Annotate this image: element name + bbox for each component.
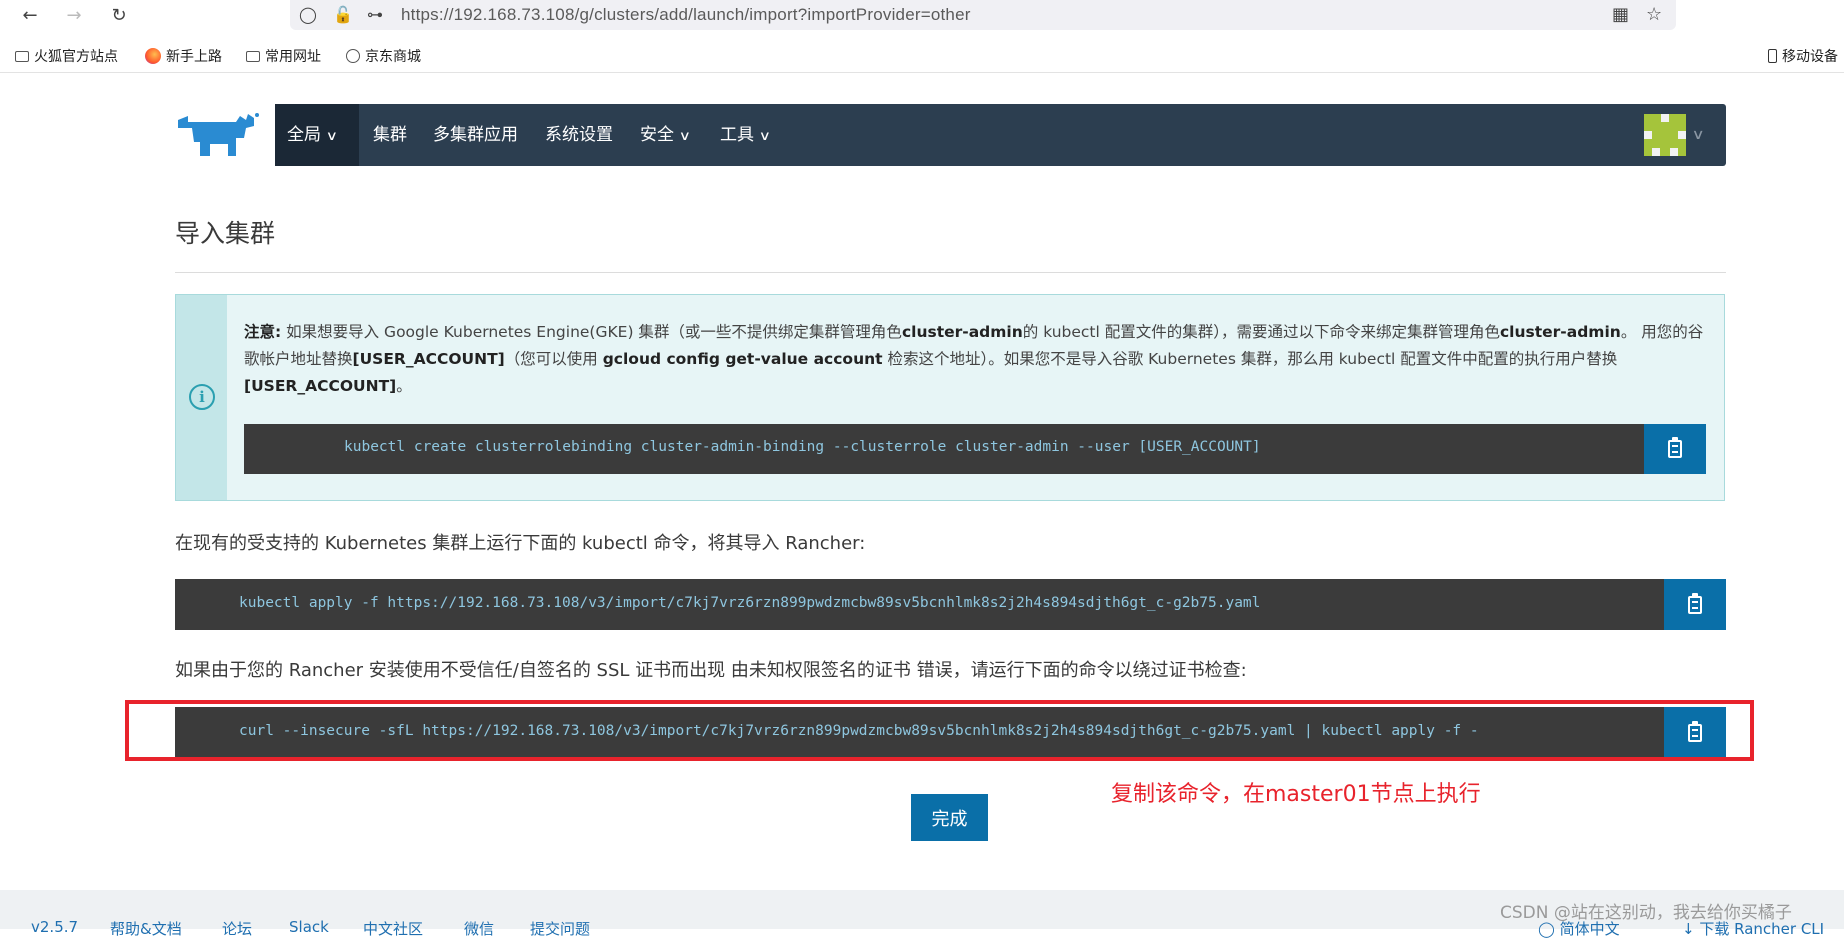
chevron-down-icon: ∨ [678, 129, 691, 144]
command-text[interactable]: kubectl apply -f https://192.168.73.108/… [239, 595, 1260, 611]
copy-button[interactable] [1664, 579, 1726, 630]
rancher-logo[interactable] [174, 112, 260, 158]
command-block-apply[interactable]: kubectl apply -f https://192.168.73.108/… [175, 579, 1726, 630]
bookmark-label: 常用网址 [265, 48, 321, 64]
note-text-part: （您可以使用 [504, 350, 603, 368]
globe-icon [346, 49, 360, 63]
nav-label: 安全 [640, 125, 674, 145]
bookmark-label: 京东商城 [365, 48, 421, 64]
nav-item-clusters[interactable]: 集群 [373, 104, 407, 166]
info-note: i 注意: 如果想要导入 Google Kubernetes Engine(GK… [175, 294, 1725, 501]
user-avatar[interactable] [1644, 114, 1686, 156]
bookmark-item[interactable]: 新手上路 [145, 46, 222, 66]
firefox-icon [145, 48, 161, 64]
watermark: CSDN @站在这别动，我去给你买橘子 [1500, 903, 1792, 923]
note-bold: [USER_ACCOUNT] [352, 350, 505, 368]
nav-item-multi-cluster-apps[interactable]: 多集群应用 [433, 104, 518, 166]
note-bold: [USER_ACCOUNT] [244, 377, 397, 395]
note-text-part: 的 kubectl 配置文件的集群），需要通过以下命令来绑定集群管理角色 [1022, 323, 1500, 341]
chevron-down-icon: ∨ [758, 129, 771, 144]
bookmark-item[interactable]: 火狐官方站点 [15, 46, 118, 66]
bookmarks-bar: 火狐官方站点 新手上路 常用网址 京东商城 移动设备 [0, 40, 1844, 73]
qrcode-icon[interactable]: ▦ [1612, 4, 1629, 25]
main-nav: 全局 ∨ 集群 多集群应用 系统设置 安全 ∨ 工具 ∨ ∨ [275, 104, 1726, 166]
nav-item-tools[interactable]: 工具 ∨ [720, 104, 771, 166]
star-icon[interactable]: ☆ [1646, 4, 1662, 25]
url-text[interactable]: https://192.168.73.108/g/clusters/add/la… [401, 5, 971, 25]
global-label: 全局 [287, 125, 321, 145]
chevron-down-icon[interactable]: ∨ [1691, 104, 1704, 166]
folder-icon [15, 50, 29, 62]
nav-label: 工具 [720, 125, 754, 145]
nav-item-security[interactable]: 安全 ∨ [640, 104, 691, 166]
note-text: 注意: 如果想要导入 Google Kubernetes Engine(GKE)… [244, 319, 1706, 400]
url-bar[interactable]: ◯ 🔓 ⊶ https://192.168.73.108/g/clusters/… [290, 0, 1676, 30]
note-text-part: 检索这个地址）。如果您不是导入谷歌 Kubernetes 集群，那么用 kube… [882, 350, 1618, 368]
note-bold: gcloud config get-value account [602, 350, 883, 368]
ssl-instruction: 如果由于您的 Rancher 安装使用不受信任/自签名的 SSL 证书而出现 由… [175, 660, 1247, 681]
bookmark-item[interactable]: 常用网址 [246, 46, 321, 66]
back-icon[interactable]: ← [17, 2, 43, 28]
bookmark-label: 新手上路 [166, 48, 222, 64]
global-menu[interactable]: 全局 ∨ [275, 104, 359, 166]
footer-link-slack[interactable]: Slack [289, 918, 329, 936]
lock-icon[interactable]: 🔓 [333, 5, 353, 24]
note-sidebar: i [176, 295, 227, 500]
divider [175, 272, 1726, 273]
mobile-label: 移动设备 [1782, 48, 1838, 64]
clipboard-icon [1668, 437, 1682, 458]
highlight-box [125, 700, 1754, 761]
mobile-icon [1768, 49, 1777, 63]
key-icon[interactable]: ⊶ [367, 5, 383, 24]
import-instruction: 在现有的受支持的 Kubernetes 集群上运行下面的 kubectl 命令，… [175, 533, 866, 554]
mobile-bookmarks[interactable]: 移动设备 [1768, 46, 1838, 66]
nav-label: 系统设置 [545, 125, 613, 145]
nav-item-settings[interactable]: 系统设置 [545, 104, 613, 166]
nav-label: 多集群应用 [433, 125, 518, 145]
note-bold: cluster-admin [1499, 323, 1621, 341]
folder-icon [246, 50, 260, 62]
reload-icon[interactable]: ↻ [106, 2, 132, 28]
command-text[interactable]: kubectl create clusterrolebinding cluste… [344, 439, 1261, 455]
note-text-part: 如果想要导入 Google Kubernetes Engine(GKE) 集群（… [281, 323, 902, 341]
note-bold: cluster-admin [901, 323, 1023, 341]
nav-label: 集群 [373, 125, 407, 145]
info-icon: i [189, 384, 215, 410]
forward-icon[interactable]: → [61, 2, 87, 28]
chevron-down-icon: ∨ [325, 129, 338, 144]
done-button[interactable]: 完成 [911, 794, 988, 841]
annotation-text: 复制该命令，在master01节点上执行 [1111, 782, 1481, 807]
clipboard-icon [1688, 592, 1702, 614]
footer-version[interactable]: v2.5.7 [31, 918, 78, 936]
shield-icon[interactable]: ◯ [299, 5, 317, 24]
browser-toolbar: ← → ↻ ◯ 🔓 ⊶ https://192.168.73.108/g/clu… [0, 0, 1844, 30]
note-label: 注意: [244, 323, 282, 341]
bookmark-item[interactable]: 京东商城 [346, 46, 421, 66]
bookmark-label: 火狐官方站点 [34, 48, 118, 64]
copy-button[interactable] [1644, 424, 1706, 474]
command-block-binding[interactable]: kubectl create clusterrolebinding cluste… [244, 424, 1706, 474]
note-text-part: 。 [396, 377, 412, 395]
page-title: 导入集群 [175, 219, 276, 248]
